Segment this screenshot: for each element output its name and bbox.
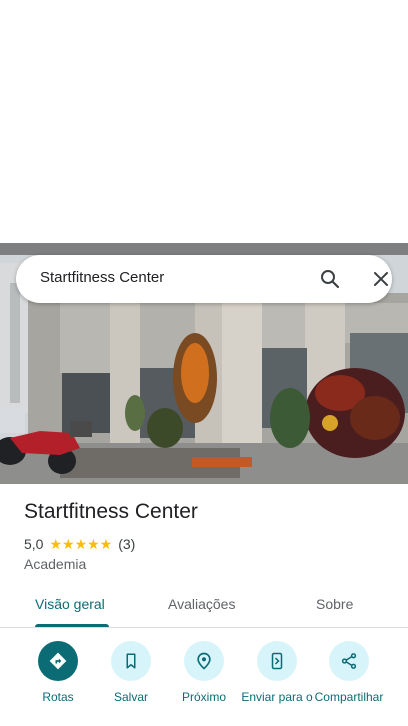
tab-about[interactable]: Sobre [316, 596, 353, 612]
tab-overview[interactable]: Visão geral [35, 596, 105, 612]
search-input[interactable]: Startfitness Center [40, 269, 164, 286]
send-to-phone-label: Enviar para o [241, 690, 313, 704]
close-icon[interactable] [369, 267, 393, 291]
review-count[interactable]: (3) [118, 536, 135, 552]
place-title: Startfitness Center [24, 500, 198, 523]
share-button[interactable]: Compartilhar [313, 641, 385, 704]
directions-label: Rotas [42, 690, 74, 704]
rating-value: 5,0 [24, 536, 44, 552]
nearby-icon [184, 641, 224, 681]
send-to-phone-icon [257, 641, 297, 681]
share-label: Compartilhar [314, 690, 384, 704]
save-label: Salvar [113, 690, 148, 704]
nearby-button[interactable]: Próximo [168, 641, 240, 704]
search-bar[interactable]: Startfitness Center [16, 255, 392, 303]
star-rating: ★★★★★ [49, 535, 113, 552]
nearby-label: Próximo [181, 690, 226, 704]
rating-row[interactable]: 5,0 ★★★★★ (3) [24, 535, 135, 553]
map-blank-area [0, 0, 408, 243]
tab-bar: Visão geral Avaliações Sobre [0, 586, 408, 628]
save-button[interactable]: Salvar [95, 641, 167, 704]
active-tab-indicator [35, 624, 109, 627]
share-icon [329, 641, 369, 681]
directions-button[interactable]: Rotas [22, 641, 94, 704]
place-category: Academia [24, 556, 87, 572]
directions-icon [38, 641, 78, 681]
send-to-phone-button[interactable]: Enviar para o [241, 641, 313, 704]
tab-reviews[interactable]: Avaliações [168, 596, 235, 612]
bookmark-icon [111, 641, 151, 681]
search-icon[interactable] [318, 267, 342, 291]
